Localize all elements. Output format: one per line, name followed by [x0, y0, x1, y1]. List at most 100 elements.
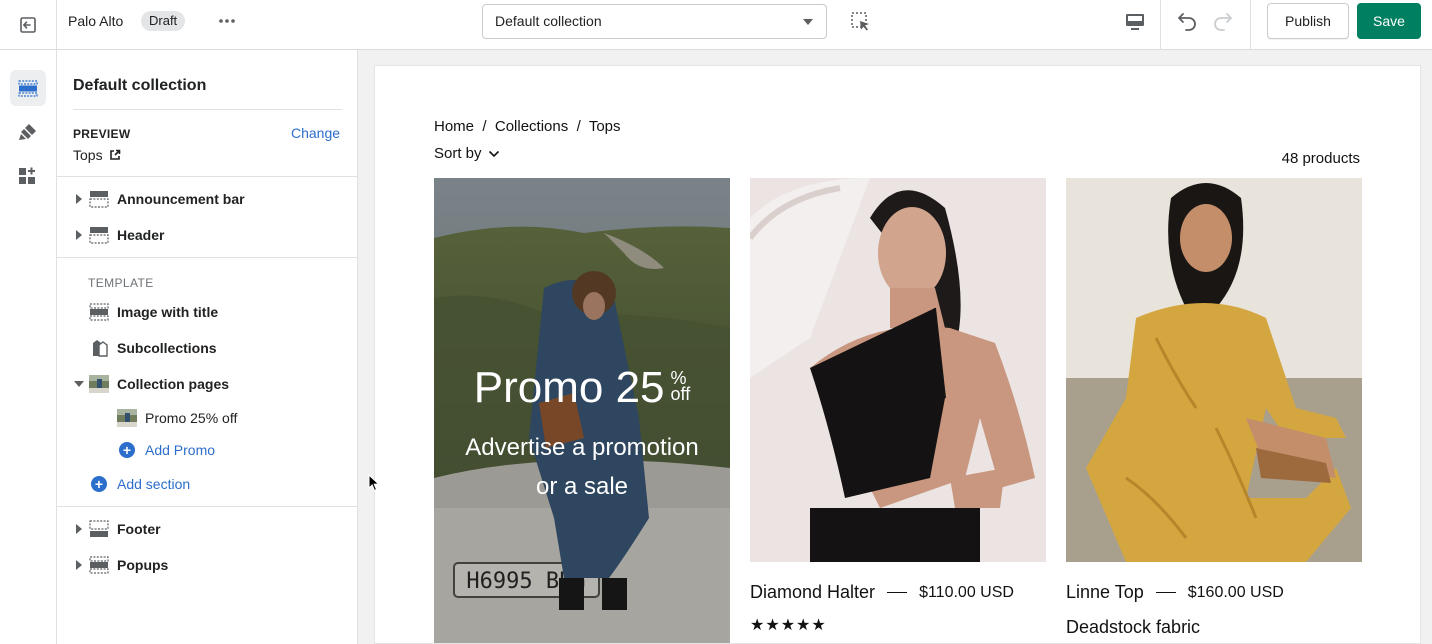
- select-cursor-icon: [851, 12, 869, 31]
- icon-rail: [0, 50, 57, 644]
- product-image-linne-top[interactable]: [1066, 178, 1362, 562]
- promo-off: off: [670, 384, 691, 404]
- section-announcement-bar[interactable]: Announcement bar: [57, 182, 358, 216]
- breadcrumb-space: [581, 118, 585, 135]
- undo-button[interactable]: [1175, 9, 1199, 33]
- template-select[interactable]: Default collection: [482, 4, 827, 39]
- save-button[interactable]: Save: [1357, 3, 1421, 39]
- product-count: 48 products: [1281, 150, 1360, 167]
- block-promo-25-off[interactable]: Promo 25% off: [57, 401, 358, 435]
- add-promo-label: Add Promo: [145, 442, 216, 458]
- desktop-icon: [1126, 14, 1144, 30]
- product-image: [750, 178, 1046, 562]
- section-label: Header: [117, 227, 165, 243]
- ellipsis-icon: [219, 19, 235, 23]
- add-section-label: Add section: [117, 476, 191, 492]
- inspector-button[interactable]: [849, 10, 873, 34]
- section-label: Subcollections: [117, 340, 217, 356]
- topbar-divider: [1250, 0, 1251, 50]
- add-circle-icon: +: [119, 442, 135, 458]
- product-title[interactable]: Diamond Halter $110.00 USD: [750, 582, 1014, 603]
- price-separator: [887, 591, 908, 594]
- product-price: $110.00 USD: [919, 583, 1014, 601]
- preview-label: PREVIEW: [73, 127, 131, 141]
- sections-tab[interactable]: [10, 70, 46, 106]
- breadcrumb-space: [487, 118, 491, 135]
- divider: [57, 257, 358, 258]
- promo-overlay: Promo 25 % off Advertise a promotion or …: [434, 364, 730, 506]
- rating-stars: ★★★★★: [750, 617, 827, 634]
- template-group-label: TEMPLATE: [88, 276, 154, 290]
- more-actions-button[interactable]: [214, 10, 240, 32]
- undo-icon: [1178, 13, 1196, 31]
- section-label: Popups: [117, 557, 169, 573]
- exit-icon: [20, 17, 36, 33]
- change-preview-link[interactable]: Change: [291, 125, 340, 141]
- section-layout-icon: [89, 303, 109, 321]
- chevron-down-icon: [488, 150, 499, 157]
- promo-title-text: Promo 25: [473, 363, 665, 412]
- section-image-with-title[interactable]: Image with title: [57, 295, 358, 329]
- mouse-cursor-icon: [368, 474, 380, 492]
- section-header[interactable]: Header: [57, 218, 358, 252]
- chevron-down-icon: [74, 381, 84, 387]
- section-label: Collection pages: [117, 376, 230, 392]
- section-subcollections[interactable]: Subcollections: [57, 331, 358, 365]
- section-label: Image with title: [117, 304, 219, 320]
- section-collection-pages[interactable]: Collection pages: [57, 367, 358, 401]
- theme-settings-tab[interactable]: [10, 114, 46, 150]
- breadcrumb-current: Tops: [588, 118, 621, 135]
- sections-sidebar: Default collection PREVIEW Change Tops A…: [57, 50, 358, 644]
- product-name: Linne Top: [1066, 582, 1144, 602]
- product-name: Diamond Halter: [750, 582, 876, 602]
- product-description: Deadstock fabric: [1066, 617, 1201, 637]
- add-section-button[interactable]: + Add section: [57, 467, 358, 501]
- section-popups[interactable]: Popups: [57, 548, 358, 582]
- status-badge: Draft: [141, 11, 186, 31]
- divider: [73, 109, 342, 110]
- device-preview-button[interactable]: [1123, 10, 1147, 34]
- section-footer[interactable]: Footer: [57, 512, 358, 546]
- redo-button[interactable]: [1211, 9, 1235, 33]
- product-price: $160.00 USD: [1187, 583, 1284, 601]
- preview-resource[interactable]: Tops: [73, 147, 121, 163]
- divider: [57, 176, 358, 177]
- template-select-value: Default collection: [495, 13, 602, 29]
- price-separator: [1155, 591, 1176, 594]
- image-thumbnail-icon: [89, 375, 109, 393]
- sort-by-dropdown[interactable]: Sort by: [434, 145, 500, 162]
- product-title[interactable]: Linne Top $160.00 USD: [1066, 582, 1284, 603]
- exit-button[interactable]: [0, 0, 57, 50]
- add-circle-icon: +: [91, 476, 107, 492]
- sort-by-label: Sort by: [434, 145, 482, 162]
- topbar-divider: [1160, 0, 1161, 50]
- section-layout-icon: [89, 191, 109, 208]
- sections-icon: [18, 80, 38, 97]
- chevron-right-icon: [76, 560, 82, 570]
- product-image-diamond-halter[interactable]: [750, 178, 1046, 562]
- chevron-down-icon: [803, 19, 813, 25]
- promo-subtitle: Advertise a promotion or a sale: [465, 434, 699, 500]
- section-layout-icon: [89, 227, 109, 244]
- preview-resource-label: Tops: [73, 147, 103, 163]
- block-label: Promo 25% off: [145, 410, 238, 426]
- divider: [57, 506, 358, 507]
- breadcrumb-home[interactable]: Home: [434, 118, 474, 135]
- add-promo-button[interactable]: + Add Promo: [57, 433, 358, 467]
- breadcrumb: Home / Collections / Tops: [434, 118, 621, 135]
- publish-button[interactable]: Publish: [1267, 3, 1349, 39]
- image-thumbnail-icon: [117, 409, 137, 427]
- section-label: Announcement bar: [117, 191, 245, 207]
- apps-icon: [19, 167, 35, 184]
- breadcrumb-collections[interactable]: Collections: [495, 118, 568, 135]
- promo-title: Promo 25 % off: [474, 364, 690, 412]
- external-link-icon: [109, 149, 120, 160]
- paintbrush-icon: [19, 124, 36, 140]
- chevron-right-icon: [76, 194, 82, 204]
- editor-topbar: Palo Alto Draft Default collection Publi…: [0, 0, 1432, 50]
- section-layout-icon: [89, 556, 109, 574]
- app-embeds-tab[interactable]: [10, 158, 46, 194]
- promo-tile[interactable]: H6995 BBG Promo 25 % off Advertise a pro…: [434, 178, 730, 643]
- section-layout-icon: [89, 520, 109, 537]
- chevron-right-icon: [76, 230, 82, 240]
